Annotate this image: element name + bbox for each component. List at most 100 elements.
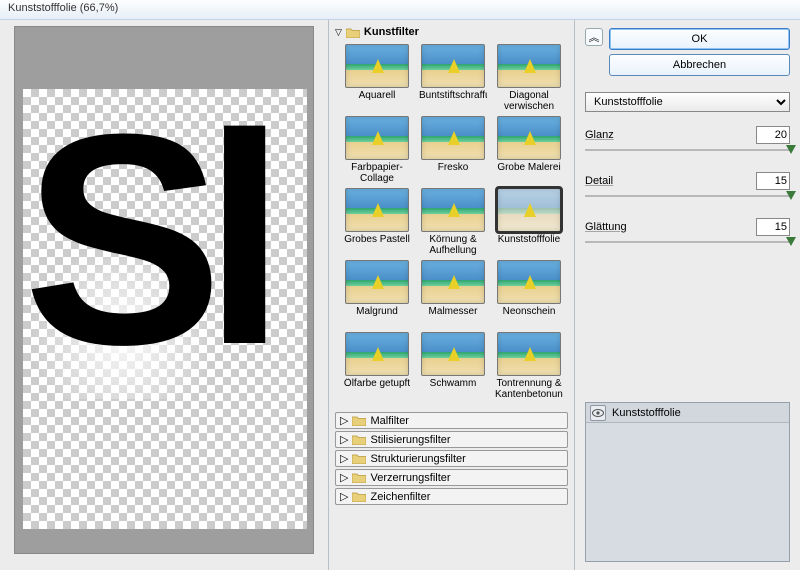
category-label: Verzerrungsfilter <box>370 472 450 484</box>
expand-icon: ▽ <box>335 27 342 38</box>
filter-label: Kunststofffolie <box>495 234 563 256</box>
cancel-button[interactable]: Abbrechen <box>609 54 790 76</box>
filter-label: Körnung & Aufhellung <box>419 234 487 256</box>
detail-slider[interactable] <box>585 192 790 204</box>
param-label: Glättung <box>585 221 748 233</box>
filter-thumb <box>421 116 485 160</box>
expand-icon: ▷ <box>340 452 348 465</box>
category-label: Malfilter <box>370 415 409 427</box>
folder-icon <box>352 415 366 426</box>
filter-thumb <box>497 188 561 232</box>
category-strukturierungsfilter[interactable]: ▷ Strukturierungsfilter <box>335 450 568 467</box>
filter-label: Ölfarbe getupft <box>343 378 411 400</box>
filter-thumb <box>345 332 409 376</box>
folder-icon <box>346 27 360 38</box>
glanz-input[interactable] <box>756 126 790 144</box>
glaettung-input[interactable] <box>756 218 790 236</box>
filter-label: Tontrennung & Kantenbetonung <box>495 378 563 400</box>
filter-thumb <box>345 188 409 232</box>
filter-item[interactable]: Neonschein <box>495 260 563 328</box>
filter-item[interactable]: Diagonal verwischen <box>495 44 563 112</box>
filter-thumb <box>421 332 485 376</box>
layer-row[interactable]: Kunststofffolie <box>586 403 789 423</box>
filter-item[interactable]: Körnung & Aufhellung <box>419 188 487 256</box>
layer-name: Kunststofffolie <box>612 407 681 419</box>
param-label: Glanz <box>585 129 748 141</box>
slider-thumb[interactable] <box>786 191 796 200</box>
filter-thumb <box>421 44 485 88</box>
window-title: Kunststofffolie (66,7%) <box>8 2 118 14</box>
filter-thumb <box>421 260 485 304</box>
filter-label: Neonschein <box>495 306 563 328</box>
glanz-slider[interactable] <box>585 146 790 158</box>
layer-panel: Kunststofffolie <box>585 402 790 562</box>
filter-select[interactable]: Kunststofffolie <box>585 92 790 112</box>
filter-thumb <box>345 260 409 304</box>
filter-item[interactable]: Malmesser <box>419 260 487 328</box>
filter-grid: Aquarell Buntstiftschraffur Diagonal verwi… <box>331 40 572 410</box>
folder-icon <box>352 434 366 445</box>
filter-thumb <box>497 116 561 160</box>
category-zeichenfilter[interactable]: ▷ Zeichenfilter <box>335 488 568 505</box>
category-label: Kunstfilter <box>364 26 419 38</box>
detail-input[interactable] <box>756 172 790 190</box>
chevron-up-icon: ︽ <box>589 29 600 45</box>
ok-button[interactable]: OK <box>609 28 790 50</box>
category-malfilter[interactable]: ▷ Malfilter <box>335 412 568 429</box>
filter-label: Grobes Pastell <box>343 234 411 256</box>
filter-item[interactable]: Ölfarbe getupft <box>343 332 411 400</box>
preview-canvas[interactable]: Sl <box>14 26 314 554</box>
filter-thumb <box>421 188 485 232</box>
filter-label: Fresko <box>419 162 487 184</box>
category-stilisierungsfilter[interactable]: ▷ Stilisierungsfilter <box>335 431 568 448</box>
category-label: Zeichenfilter <box>370 491 430 503</box>
folder-icon <box>352 491 366 502</box>
expand-icon: ▷ <box>340 490 348 503</box>
filter-thumb <box>345 116 409 160</box>
category-kunstfilter[interactable]: ▽ Kunstfilter <box>331 24 572 40</box>
category-label: Strukturierungsfilter <box>370 453 465 465</box>
filter-thumb <box>497 332 561 376</box>
filter-item[interactable]: Fresko <box>419 116 487 184</box>
category-verzerrungsfilter[interactable]: ▷ Verzerrungsfilter <box>335 469 568 486</box>
filter-label: Malgrund <box>343 306 411 328</box>
titlebar: Kunststofffolie (66,7%) <box>0 0 800 20</box>
filter-label: Aquarell <box>343 90 411 112</box>
param-glaettung: Glättung <box>585 218 790 236</box>
filter-item[interactable]: Aquarell <box>343 44 411 112</box>
filter-item[interactable]: Grobe Malerei <box>495 116 563 184</box>
filter-label: Schwamm <box>419 378 487 400</box>
eye-icon[interactable] <box>590 405 606 421</box>
filter-item[interactable]: Grobes Pastell <box>343 188 411 256</box>
slider-thumb[interactable] <box>786 145 796 154</box>
glaettung-slider[interactable] <box>585 238 790 250</box>
expand-icon: ▷ <box>340 433 348 446</box>
expand-icon: ▷ <box>340 471 348 484</box>
filter-label: Grobe Malerei <box>495 162 563 184</box>
slider-thumb[interactable] <box>786 237 796 246</box>
main-area: Sl ▽ Kunstfilter Aquarell Buntstiftschraf… <box>0 20 800 570</box>
filter-thumb <box>345 44 409 88</box>
folder-icon <box>352 453 366 464</box>
filter-gallery: ▽ Kunstfilter Aquarell Buntstiftschraffur… <box>328 20 575 570</box>
filter-item[interactable]: Malgrund <box>343 260 411 328</box>
expand-icon: ▷ <box>340 414 348 427</box>
preview-pane: Sl <box>0 20 328 570</box>
filter-item[interactable]: Farbpapier-Collage <box>343 116 411 184</box>
param-detail: Detail <box>585 172 790 190</box>
preview-artwork: Sl <box>23 89 307 399</box>
filter-item[interactable]: Buntstiftschraffur <box>419 44 487 112</box>
param-label: Detail <box>585 175 748 187</box>
filter-label: Buntstiftschraffur <box>419 90 487 112</box>
category-label: Stilisierungsfilter <box>370 434 450 446</box>
folder-icon <box>352 472 366 483</box>
filter-label: Diagonal verwischen <box>495 90 563 112</box>
filter-item[interactable]: Kunststofffolie <box>495 188 563 256</box>
param-glanz: Glanz <box>585 126 790 144</box>
filter-thumb <box>497 44 561 88</box>
settings-pane: ︽ OK Abbrechen Kunststofffolie Glanz De <box>575 20 800 570</box>
collapse-button[interactable]: ︽ <box>585 28 603 46</box>
filter-item[interactable]: Tontrennung & Kantenbetonung <box>495 332 563 400</box>
filter-thumb <box>497 260 561 304</box>
filter-item[interactable]: Schwamm <box>419 332 487 400</box>
